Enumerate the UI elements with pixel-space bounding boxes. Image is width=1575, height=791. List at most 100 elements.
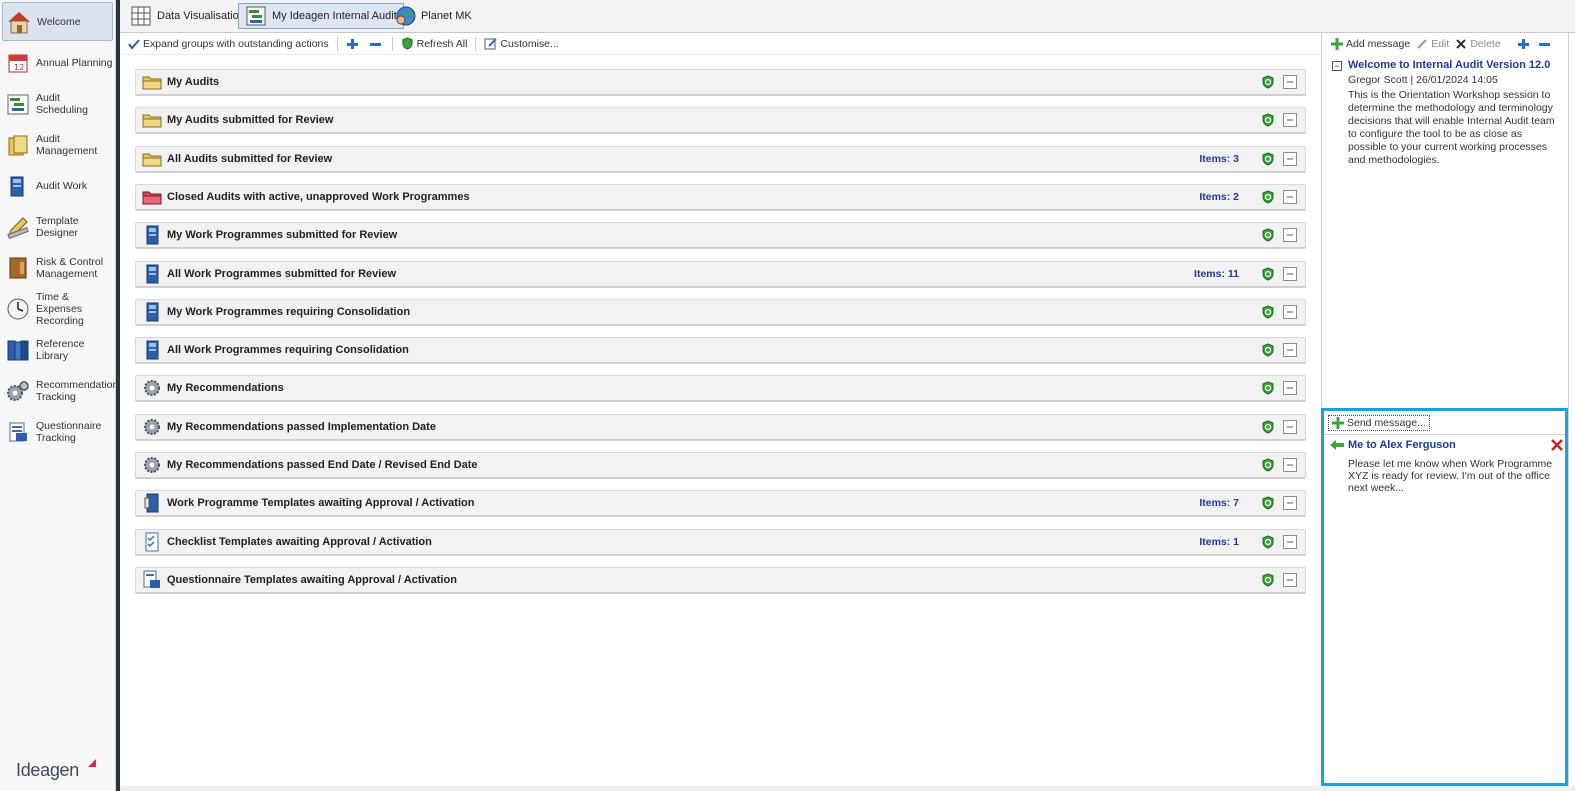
message-meta: Gregor Scott | 26/01/2024 14:05	[1348, 74, 1498, 86]
group-row[interactable]: Work Programme Templates awaiting Approv…	[135, 490, 1306, 518]
sidebar-item-reference-library[interactable]: Reference Library	[2, 330, 113, 369]
edit-message-button[interactable]: Edit	[1413, 35, 1452, 53]
expand-messages-button[interactable]	[1514, 35, 1535, 53]
expand-toggle-icon[interactable]	[1283, 496, 1297, 511]
gear-icon	[141, 454, 163, 476]
group-row[interactable]: My Recommendations	[135, 375, 1306, 403]
group-row-label: All Work Programmes requiring Consolidat…	[167, 344, 409, 357]
folder-cabinet-icon	[4, 131, 32, 159]
expand-toggle-icon[interactable]	[1283, 266, 1297, 281]
send-message-panel: Send message... Me to Alex Ferguson Plea…	[1321, 408, 1568, 786]
refresh-all-label: Refresh All	[416, 37, 468, 50]
sidebar-item-label: Audit Management	[36, 132, 98, 157]
sidebar-item-audit-work[interactable]: Audit Work	[2, 166, 113, 205]
refresh-shield-icon[interactable]	[1261, 266, 1275, 281]
expand-toggle-icon[interactable]	[1283, 151, 1297, 166]
expand-toggle-icon[interactable]	[1283, 381, 1297, 396]
customise-button[interactable]: Customise...	[480, 35, 562, 53]
tab-bar: Data Visualisation My Ideagen Internal A…	[120, 0, 1575, 33]
expand-toggle-icon[interactable]	[1283, 304, 1297, 319]
group-row-label: My Recommendations passed Implementation…	[167, 420, 436, 433]
collapse-toggle[interactable]: −	[1332, 61, 1342, 71]
sidebar-item-template-designer[interactable]: Template Designer	[2, 207, 113, 246]
group-row[interactable]: All Audits submitted for Review Items: 3	[135, 145, 1306, 173]
group-list: My Audits My Audits submitted for Review A…	[120, 55, 1320, 791]
sidebar-item-label: Welcome	[37, 15, 81, 28]
group-row[interactable]: My Work Programmes submitted for Review	[135, 222, 1306, 250]
refresh-shield-icon[interactable]	[1261, 458, 1275, 472]
collapse-messages-button[interactable]	[1535, 35, 1556, 53]
sent-arrow-icon	[1330, 440, 1344, 450]
group-row[interactable]: All Work Programmes requiring Consolidat…	[135, 337, 1306, 365]
expand-toggle-icon[interactable]	[1283, 228, 1297, 243]
expand-groups-label: Expand groups with outstanding actions	[143, 37, 329, 50]
group-row-label: All Audits submitted for Review	[167, 152, 333, 165]
group-row[interactable]: My Recommendations passed End Date / Rev…	[135, 452, 1306, 479]
tab-label: Planet MK	[421, 10, 472, 22]
sidebar-item-audit-management[interactable]: Audit Management	[2, 125, 113, 164]
sidebar-item-label: Audit Scheduling	[36, 91, 88, 116]
sidebar-item-questionnaire-tracking[interactable]: Questionnaire Tracking	[2, 412, 113, 451]
expand-toggle-icon[interactable]	[1283, 75, 1297, 89]
expand-toggle-icon[interactable]	[1283, 113, 1297, 128]
expand-toggle-icon[interactable]	[1283, 189, 1297, 204]
group-row-count: Items: 2	[1199, 190, 1239, 203]
expand-toggle-icon[interactable]	[1283, 534, 1297, 549]
tab-data-visualisation[interactable]: Data Visualisation	[124, 3, 251, 29]
refresh-shield-icon[interactable]	[1261, 75, 1275, 89]
app-window: Welcome 12 Annual Planning Audit Schedul…	[0, 0, 1575, 791]
gantt-chart-icon	[4, 90, 32, 118]
expand-toggle-icon[interactable]	[1283, 343, 1297, 358]
sidebar-item-recommendation-tracking[interactable]: Recommendation Tracking	[2, 371, 118, 410]
refresh-shield-icon[interactable]	[1261, 305, 1275, 319]
expand-toggle-icon[interactable]	[1283, 419, 1297, 434]
binder-icon	[4, 254, 32, 282]
grid-table-icon	[131, 6, 151, 26]
expand-all-button[interactable]	[342, 35, 365, 53]
tab-label: Data Visualisation	[157, 10, 245, 22]
delete-red-x-icon[interactable]	[1551, 439, 1563, 451]
refresh-shield-icon[interactable]	[1261, 152, 1275, 166]
sidebar-item-time-expenses[interactable]: Time & Expenses Recording	[2, 289, 113, 328]
refresh-shield-icon[interactable]	[1261, 535, 1275, 549]
refresh-shield-icon[interactable]	[1261, 573, 1275, 587]
folder-icon	[141, 109, 163, 131]
sidebar-item-audit-scheduling[interactable]: Audit Scheduling	[2, 84, 113, 123]
refresh-shield-icon[interactable]	[1261, 113, 1275, 127]
refresh-shield-icon[interactable]	[1261, 496, 1275, 510]
send-message-button[interactable]: Send message...	[1328, 414, 1430, 431]
group-row-label: All Work Programmes submitted for Review	[167, 267, 397, 280]
send-toolbar: Send message...	[1324, 411, 1565, 435]
add-message-button[interactable]: Add message	[1328, 35, 1413, 53]
refresh-shield-icon[interactable]	[1261, 228, 1275, 242]
books-icon	[4, 336, 32, 364]
expand-groups-button[interactable]: Expand groups with outstanding actions	[124, 35, 333, 53]
customise-label: Customise...	[500, 37, 559, 50]
expand-toggle-icon[interactable]	[1283, 458, 1297, 472]
collapse-all-button[interactable]	[365, 35, 388, 53]
group-row[interactable]: My Audits	[135, 69, 1306, 96]
sidebar-item-risk-control[interactable]: Risk & Control Management	[2, 248, 113, 287]
group-row-label: Work Programme Templates awaiting Approv…	[167, 497, 475, 510]
group-row[interactable]: My Audits submitted for Review	[135, 107, 1306, 135]
group-row[interactable]: Checklist Templates awaiting Approval / …	[135, 528, 1306, 556]
gear-icon	[141, 377, 163, 399]
right-edge-splitter[interactable]	[1568, 33, 1575, 791]
sidebar-item-welcome[interactable]: Welcome	[2, 2, 113, 41]
refresh-shield-icon[interactable]	[1261, 420, 1275, 434]
group-row[interactable]: My Work Programmes requiring Consolidati…	[135, 298, 1306, 326]
expand-toggle-icon[interactable]	[1283, 572, 1297, 587]
tab-my-internal-audit[interactable]: My Ideagen Internal Audit	[238, 3, 404, 29]
group-row[interactable]: All Work Programmes submitted for Review…	[135, 260, 1306, 288]
group-row[interactable]: Questionnaire Templates awaiting Approva…	[135, 566, 1306, 594]
folder-icon	[141, 71, 163, 93]
refresh-shield-icon[interactable]	[1261, 381, 1275, 395]
tab-planet-mk[interactable]: Planet MK	[388, 3, 478, 29]
refresh-shield-icon[interactable]	[1261, 190, 1275, 204]
sidebar-item-annual-planning[interactable]: 12 Annual Planning	[2, 43, 113, 82]
delete-message-button[interactable]: Delete	[1452, 35, 1503, 53]
group-row[interactable]: Closed Audits with active, unapproved Wo…	[135, 183, 1306, 211]
group-row[interactable]: My Recommendations passed Implementation…	[135, 413, 1306, 441]
refresh-all-button[interactable]: Refresh All	[397, 35, 472, 53]
refresh-shield-icon[interactable]	[1261, 343, 1275, 357]
